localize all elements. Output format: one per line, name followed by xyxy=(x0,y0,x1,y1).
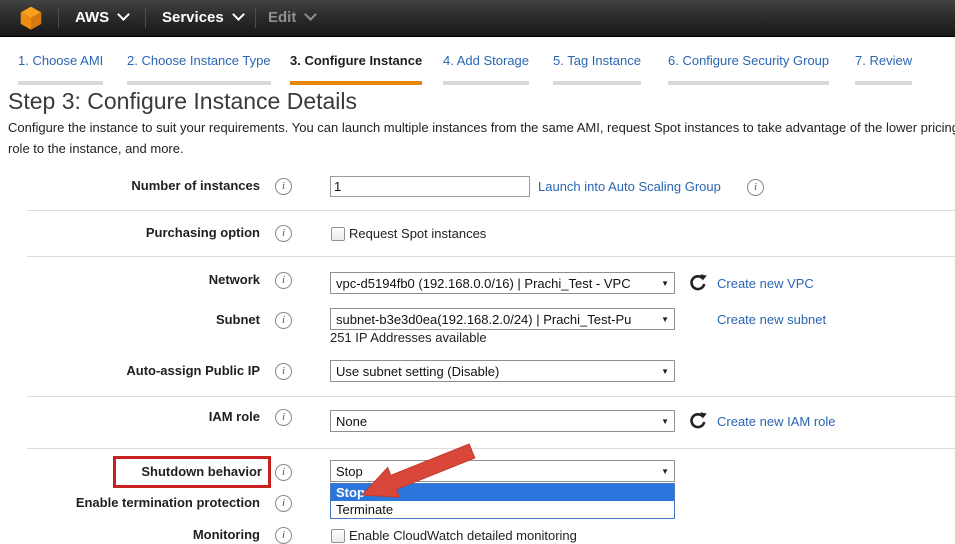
select-arrow-icon: ▼ xyxy=(661,418,669,426)
tab-configure-instance[interactable]: 3. Configure Instance xyxy=(290,53,422,85)
tab-choose-ami[interactable]: 1. Choose AMI xyxy=(18,53,103,85)
ip-addresses-available-note: 251 IP Addresses available xyxy=(330,330,487,345)
label-purchasing-option: Purchasing option xyxy=(0,225,260,241)
option-terminate[interactable]: Terminate xyxy=(331,501,674,518)
auto-assign-public-ip-select[interactable]: Use subnet setting (Disable) ▼ xyxy=(330,360,675,382)
network-select-value: vpc-d5194fb0 (192.168.0.0/16) | Prachi_T… xyxy=(336,276,654,291)
subnet-select[interactable]: subnet-b3e3d0ea(192.168.2.0/24) | Prachi… xyxy=(330,308,675,330)
info-icon[interactable]: i xyxy=(275,363,292,380)
page-description-line2: role to the instance, and more. xyxy=(8,141,184,156)
create-new-iam-role-link[interactable]: Create new IAM role xyxy=(717,414,836,429)
annotation-red-box: Shutdown behavior xyxy=(113,456,271,488)
chevron-down-icon xyxy=(117,8,130,21)
select-arrow-icon: ▼ xyxy=(661,368,669,376)
shutdown-behavior-select[interactable]: Stop ▼ xyxy=(330,460,675,482)
network-select[interactable]: vpc-d5194fb0 (192.168.0.0/16) | Prachi_T… xyxy=(330,272,675,294)
tab-choose-instance-type[interactable]: 2. Choose Instance Type xyxy=(127,53,271,85)
navbar-separator xyxy=(58,8,59,28)
chevron-down-icon xyxy=(304,8,317,21)
menu-services[interactable]: Services xyxy=(162,9,243,26)
info-icon[interactable]: i xyxy=(275,178,292,195)
menu-aws[interactable]: AWS xyxy=(75,9,128,26)
refresh-vpc-icon[interactable] xyxy=(688,273,708,293)
refresh-iam-icon[interactable] xyxy=(688,411,708,431)
shutdown-behavior-value: Stop xyxy=(336,464,654,479)
menu-aws-label: AWS xyxy=(75,9,109,26)
tab-add-storage[interactable]: 4. Add Storage xyxy=(443,53,529,85)
label-network: Network xyxy=(0,272,260,288)
menu-edit-label: Edit xyxy=(268,9,296,26)
info-icon[interactable]: i xyxy=(275,312,292,329)
auto-assign-public-ip-value: Use subnet setting (Disable) xyxy=(336,364,654,379)
row-divider xyxy=(27,256,955,257)
label-subnet: Subnet xyxy=(0,312,260,328)
label-shutdown-behavior: Shutdown behavior xyxy=(116,459,262,480)
select-arrow-icon: ▼ xyxy=(661,280,669,288)
navbar-separator xyxy=(145,8,146,28)
request-spot-instances-label: Request Spot instances xyxy=(349,226,486,241)
top-navbar: AWS Services Edit xyxy=(0,0,955,37)
info-icon[interactable]: i xyxy=(747,179,764,196)
page-description-line1: Configure the instance to suit your requ… xyxy=(8,120,955,135)
row-divider xyxy=(27,396,955,397)
row-divider xyxy=(27,448,955,449)
info-icon[interactable]: i xyxy=(275,527,292,544)
label-enable-termination-protection: Enable termination protection xyxy=(0,495,260,511)
chevron-down-icon xyxy=(232,8,245,21)
number-of-instances-input[interactable] xyxy=(330,176,530,197)
info-icon[interactable]: i xyxy=(275,409,292,426)
info-icon[interactable]: i xyxy=(275,272,292,289)
select-arrow-icon: ▼ xyxy=(661,468,669,476)
info-icon[interactable]: i xyxy=(275,495,292,512)
tab-tag-instance[interactable]: 5. Tag Instance xyxy=(553,53,641,85)
label-iam-role: IAM role xyxy=(0,409,260,425)
select-arrow-icon: ▼ xyxy=(661,316,669,324)
navbar-separator xyxy=(255,8,256,28)
page-title: Step 3: Configure Instance Details xyxy=(8,88,357,115)
launch-into-auto-scaling-link[interactable]: Launch into Auto Scaling Group xyxy=(538,179,721,194)
info-icon[interactable]: i xyxy=(275,464,292,481)
menu-edit[interactable]: Edit xyxy=(268,9,315,26)
row-divider xyxy=(27,210,955,211)
subnet-select-value: subnet-b3e3d0ea(192.168.2.0/24) | Prachi… xyxy=(336,312,654,327)
menu-services-label: Services xyxy=(162,9,224,26)
shutdown-behavior-option-list: Stop Terminate xyxy=(330,483,675,519)
option-stop[interactable]: Stop xyxy=(331,484,674,501)
aws-cube-logo[interactable] xyxy=(18,5,44,31)
info-icon[interactable]: i xyxy=(275,225,292,242)
label-number-of-instances: Number of instances xyxy=(0,178,260,194)
tab-configure-security-group[interactable]: 6. Configure Security Group xyxy=(668,53,829,85)
iam-role-value: None xyxy=(336,414,654,429)
tab-review[interactable]: 7. Review xyxy=(855,53,912,85)
iam-role-select[interactable]: None ▼ xyxy=(330,410,675,432)
request-spot-instances-checkbox[interactable] xyxy=(331,227,345,241)
create-new-vpc-link[interactable]: Create new VPC xyxy=(717,276,814,291)
label-auto-assign-public-ip: Auto-assign Public IP xyxy=(0,363,260,379)
create-new-subnet-link[interactable]: Create new subnet xyxy=(717,312,826,327)
